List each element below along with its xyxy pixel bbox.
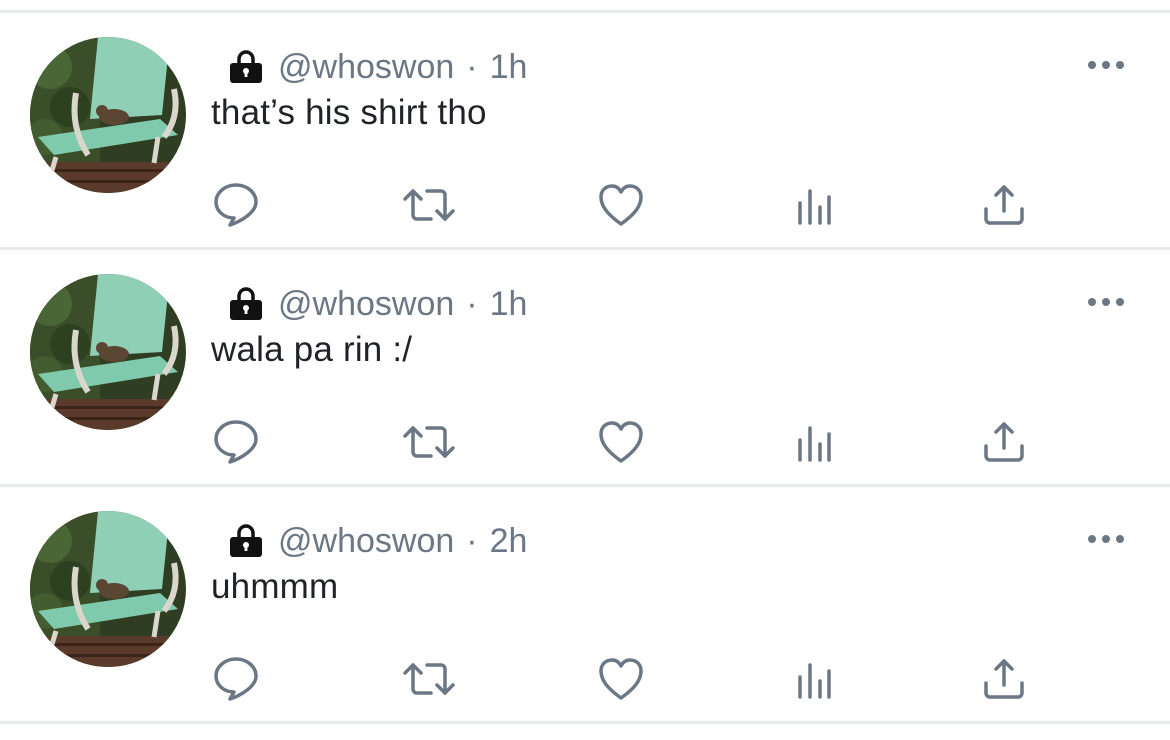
separator: · (466, 47, 478, 86)
avatar[interactable] (30, 37, 186, 193)
lock-icon (228, 49, 264, 85)
analytics-icon[interactable] (786, 177, 842, 233)
tweet-meta: @whoswon · 1h (228, 45, 527, 89)
share-icon[interactable] (976, 651, 1032, 707)
avatar-image (30, 274, 186, 430)
retweet-icon[interactable] (401, 177, 457, 233)
more-icon[interactable] (1082, 53, 1132, 77)
like-icon[interactable] (593, 651, 649, 707)
timestamp[interactable]: 1h (490, 285, 528, 324)
tweet[interactable]: @whoswon · 1h that’s his shirt tho (0, 13, 1170, 248)
tweet-text: uhmmm (211, 567, 339, 606)
share-icon[interactable] (976, 414, 1032, 470)
analytics-icon[interactable] (786, 414, 842, 470)
reply-icon[interactable] (208, 177, 264, 233)
timestamp[interactable]: 1h (490, 48, 528, 87)
share-icon[interactable] (976, 177, 1032, 233)
tweet-text: wala pa rin :/ (211, 330, 413, 369)
tweet[interactable]: @whoswon · 2h uhmmm (0, 487, 1170, 722)
retweet-icon[interactable] (401, 651, 457, 707)
like-icon[interactable] (593, 177, 649, 233)
avatar[interactable] (30, 511, 186, 667)
lock-icon (228, 286, 264, 322)
avatar-image (30, 37, 186, 193)
handle[interactable]: @whoswon (278, 522, 454, 561)
analytics-icon[interactable] (786, 651, 842, 707)
separator: · (466, 521, 478, 560)
like-icon[interactable] (593, 414, 649, 470)
more-icon[interactable] (1082, 527, 1132, 551)
handle[interactable]: @whoswon (278, 48, 454, 87)
retweet-icon[interactable] (401, 414, 457, 470)
separator: · (466, 284, 478, 323)
handle[interactable]: @whoswon (278, 285, 454, 324)
tweet-meta: @whoswon · 1h (228, 282, 527, 326)
reply-icon[interactable] (208, 414, 264, 470)
lock-icon (228, 523, 264, 559)
bottom-divider (0, 721, 1170, 724)
tweet-text: that’s his shirt tho (211, 93, 487, 132)
tweet-meta: @whoswon · 2h (228, 519, 527, 563)
tweet[interactable]: @whoswon · 1h wala pa rin :/ (0, 250, 1170, 485)
avatar-image (30, 511, 186, 667)
more-icon[interactable] (1082, 290, 1132, 314)
reply-icon[interactable] (208, 651, 264, 707)
avatar[interactable] (30, 274, 186, 430)
timestamp[interactable]: 2h (490, 522, 528, 561)
